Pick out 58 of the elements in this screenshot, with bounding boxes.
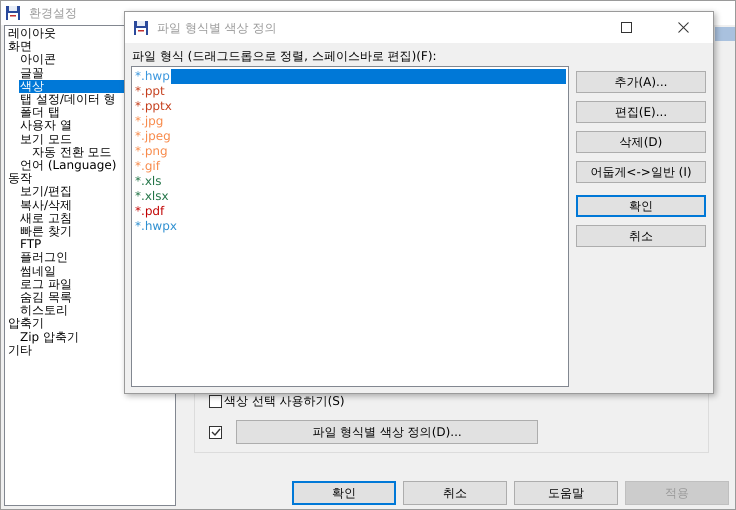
checkbox-label: 색상 선택 사용하기(S) [224, 393, 345, 410]
dialog-button[interactable]: 확인 [292, 481, 396, 505]
tree-item[interactable]: 빠른 찾기 [19, 225, 73, 238]
tree-item[interactable]: 플러그인 [19, 251, 69, 265]
list-row[interactable]: *.hwpx [134, 219, 566, 234]
dialog-button[interactable]: 삭제(D) [576, 131, 706, 153]
tree-item[interactable]: 새로 고침 [19, 212, 73, 226]
tree-item[interactable]: 썸네일 [19, 264, 57, 278]
file-type: *.pptx [134, 99, 173, 114]
tree-item[interactable]: 복사/삭제 [19, 198, 74, 212]
tree-item[interactable]: 글꼴 [19, 66, 45, 80]
file-type: *.jpg [134, 114, 164, 129]
tree-item[interactable]: Zip 압축기 [19, 330, 80, 344]
file-type: *.png [134, 144, 169, 159]
dialog-button[interactable]: 도움말 [514, 481, 618, 505]
list-row[interactable]: *.pptx [134, 99, 566, 114]
list-row[interactable]: *.xls [134, 174, 566, 189]
checkbox[interactable] [209, 426, 222, 438]
tree-item[interactable]: 언어 (Language) [19, 159, 118, 172]
window-title: 환경설정 [29, 5, 77, 22]
file-type: *.xls [134, 174, 163, 189]
tree-item[interactable]: 사용자 열 [19, 119, 73, 133]
file-type: *.xlsx [134, 189, 170, 204]
list-row[interactable]: *.xlsx [134, 189, 566, 204]
maximize-icon[interactable] [621, 22, 632, 33]
list-row[interactable]: *.pdf [134, 204, 566, 219]
list-label: 파일 형식 (드래그드롭으로 정렬, 스페이스바로 편집)(F): [132, 48, 438, 65]
dialog-button[interactable]: 취소 [576, 225, 706, 247]
tree-item[interactable]: FTP [19, 238, 42, 252]
tree-item[interactable]: 히스토리 [19, 304, 69, 318]
tree-item[interactable]: 탭 설정/데이터 형 [19, 93, 117, 106]
tree-item[interactable]: 압축기 [7, 317, 45, 331]
tree-item[interactable]: 숨김 목록 [19, 291, 73, 304]
dialog-button[interactable]: 편집(E)... [576, 101, 706, 123]
file-type: *.pdf [134, 204, 166, 219]
tree-item[interactable]: 기타 [7, 344, 33, 358]
tree-item[interactable]: 폴더 탭 [19, 106, 61, 120]
tree-item[interactable]: 동작 [7, 172, 33, 186]
tree-item[interactable]: 아이콘 [19, 53, 57, 67]
tree-item[interactable]: 화면 [7, 40, 33, 54]
tree-item[interactable]: 레이아웃 [7, 27, 57, 40]
dialog-button[interactable]: 취소 [403, 481, 507, 505]
dialog-button[interactable]: 확인 [576, 195, 706, 217]
dialog-button[interactable]: 추가(A)... [576, 71, 706, 93]
file-type: *.jpeg [134, 129, 172, 144]
file-type: *.hwp [134, 69, 171, 84]
file-type: *.hwpx [134, 219, 178, 234]
file-type: *.gif [134, 159, 161, 174]
tree-item[interactable]: 보기 모드 [19, 132, 73, 146]
dialog-title: 파일 형식별 색상 정의 [157, 20, 278, 36]
header-strip [715, 27, 735, 41]
dialog-button[interactable]: 어둡게<->일반 (I) [576, 161, 706, 183]
checkbox[interactable] [209, 394, 222, 408]
close-icon[interactable] [678, 22, 689, 33]
define-colors-button[interactable]: 파일 형식별 색상 정의(D)... [236, 420, 538, 444]
tree-item[interactable]: 자동 전환 모드 [31, 146, 113, 160]
tree-item[interactable]: 로그 파일 [19, 278, 73, 292]
tree-item[interactable]: 보기/편집 [19, 185, 74, 199]
